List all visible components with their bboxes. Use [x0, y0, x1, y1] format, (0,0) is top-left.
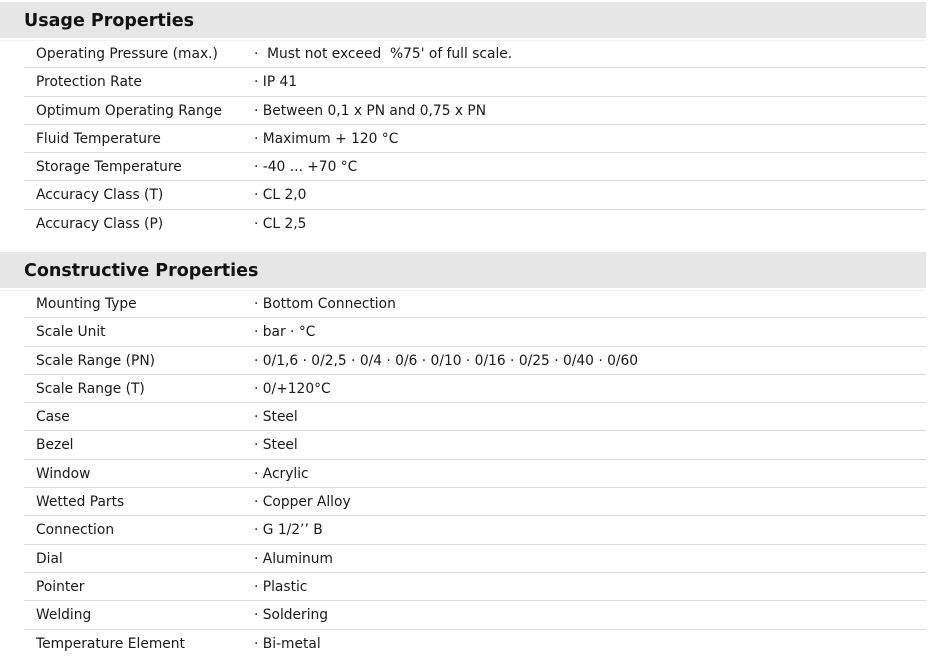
- property-value: · CL 2,5: [254, 215, 307, 232]
- property-value: · IP 41: [254, 74, 298, 91]
- property-value: · Bi-metal: [254, 635, 321, 652]
- property-row-scale-range-t: Scale Range (T) · 0/+120°C: [24, 375, 926, 404]
- property-label: Welding: [36, 607, 92, 624]
- property-label: Storage Temperature: [36, 159, 182, 176]
- constructive-properties-list: Mounting Type · Bottom Connection Scale …: [0, 290, 926, 658]
- property-label: Accuracy Class (T): [36, 187, 164, 204]
- property-value: · Soldering: [254, 607, 329, 624]
- property-row-dial: Dial · Aluminum: [24, 545, 926, 573]
- property-value: · G 1/2’’ B: [254, 522, 323, 539]
- property-row-bezel: Bezel · Steel: [24, 431, 926, 460]
- property-row-wetted-parts: Wetted Parts · Copper Alloy: [24, 488, 926, 517]
- property-value: · 0/1,6 · 0/2,5 · 0/4 · 0/6 · 0/10 · 0/1…: [254, 352, 639, 369]
- property-value: · Between 0,1 x PN and 0,75 x PN: [254, 102, 487, 119]
- property-value: · Bottom Connection: [254, 296, 396, 312]
- property-label: Wetted Parts: [36, 494, 125, 511]
- property-row-temperature-element: Temperature Element · Bi-metal: [24, 630, 926, 658]
- property-row-scale-range-pn: Scale Range (PN) · 0/1,6 · 0/2,5 · 0/4 ·…: [24, 347, 926, 375]
- property-label: Dial: [36, 550, 63, 567]
- property-label: Operating Pressure (max.): [36, 46, 218, 62]
- property-label: Temperature Element: [36, 635, 185, 652]
- property-label: Connection: [36, 522, 115, 539]
- property-label: Bezel: [36, 437, 74, 454]
- property-row-fluid-temperature: Fluid Temperature · Maximum + 120 °C: [24, 125, 926, 154]
- property-label: Mounting Type: [36, 296, 137, 312]
- property-value: · Steel: [254, 437, 298, 454]
- usage-properties-section: Usage Properties Operating Pressure (max…: [0, 2, 926, 238]
- property-value: · Plastic: [254, 578, 308, 595]
- usage-properties-heading: Usage Properties: [0, 2, 926, 40]
- property-row-window: Window · Acrylic: [24, 460, 926, 489]
- property-label: Optimum Operating Range: [36, 102, 222, 119]
- property-row-case: Case · Steel: [24, 403, 926, 432]
- property-row-storage-temperature: Storage Temperature · -40 ... +70 °C: [24, 153, 926, 182]
- property-label: Window: [36, 465, 91, 482]
- property-value: · Maximum + 120 °C: [254, 130, 399, 147]
- property-value: · Copper Alloy: [254, 494, 351, 511]
- property-label: Scale Unit: [36, 324, 106, 341]
- property-label: Accuracy Class (P): [36, 215, 164, 232]
- property-label: Scale Range (T): [36, 380, 145, 397]
- property-value: · CL 2,0: [254, 187, 307, 204]
- property-value: · Aluminum: [254, 550, 333, 567]
- usage-properties-list: Operating Pressure (max.) · Must not exc…: [0, 40, 926, 238]
- constructive-properties-section: Constructive Properties Mounting Type · …: [0, 252, 926, 658]
- property-row-connection: Connection · G 1/2’’ B: [24, 516, 926, 545]
- property-value: · bar · °C: [254, 324, 316, 341]
- property-value: · Acrylic: [254, 465, 309, 482]
- property-row-welding: Welding · Soldering: [24, 601, 926, 630]
- constructive-properties-heading: Constructive Properties: [0, 252, 926, 290]
- property-label: Case: [36, 409, 70, 426]
- property-value: · Steel: [254, 409, 298, 426]
- property-row-scale-unit: Scale Unit · bar · °C: [24, 318, 926, 347]
- property-row-operating-pressure: Operating Pressure (max.) · Must not exc…: [24, 40, 926, 69]
- property-value: · -40 ... +70 °C: [254, 159, 358, 176]
- property-row-accuracy-class-t: Accuracy Class (T) · CL 2,0: [24, 181, 926, 210]
- property-label: Pointer: [36, 578, 85, 595]
- property-row-protection-rate: Protection Rate · IP 41: [24, 68, 926, 97]
- property-row-mounting-type: Mounting Type · Bottom Connection: [24, 290, 926, 319]
- property-value: · 0/+120°C: [254, 380, 331, 397]
- property-label: Protection Rate: [36, 74, 142, 91]
- property-row-pointer: Pointer · Plastic: [24, 573, 926, 602]
- property-label: Scale Range (PN): [36, 352, 156, 369]
- property-label: Fluid Temperature: [36, 130, 161, 147]
- property-value: · Must not exceed %75' of full scale.: [254, 46, 513, 62]
- property-row-accuracy-class-p: Accuracy Class (P) · CL 2,5: [24, 210, 926, 238]
- properties-page: Usage Properties Operating Pressure (max…: [0, 0, 943, 666]
- property-row-optimum-operating-range: Optimum Operating Range · Between 0,1 x …: [24, 97, 926, 125]
